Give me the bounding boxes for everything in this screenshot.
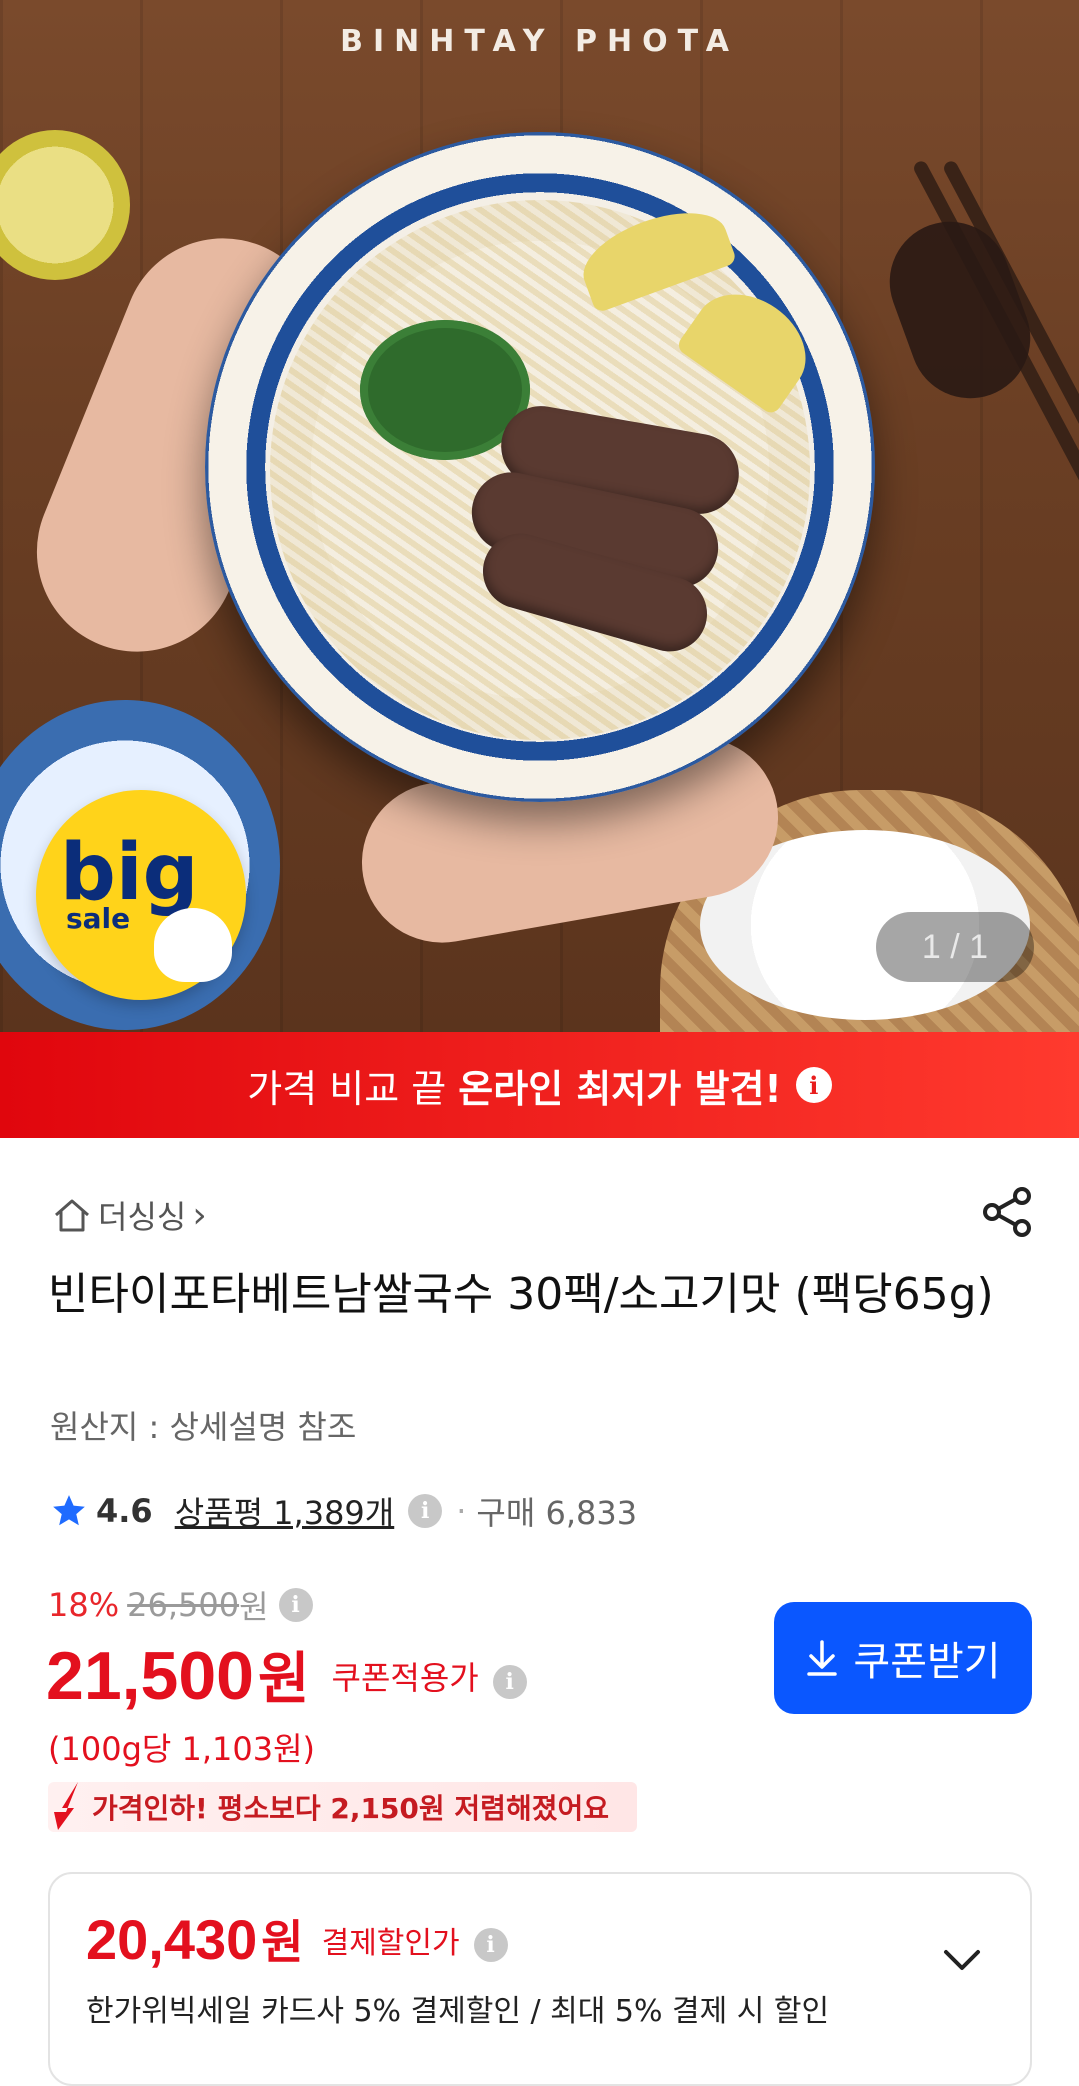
info-icon[interactable]: i [795,1067,832,1103]
download-icon [807,1640,838,1676]
image-counter: 1 / 1 [876,912,1034,982]
spoon [872,204,1048,416]
payment-discount-price: 20,430 [86,1908,258,1971]
lime-slice [0,130,130,280]
home-icon [55,1199,89,1232]
get-coupon-button[interactable]: 쿠폰받기 [774,1602,1032,1714]
payment-discount-description: 한가위빅세일 카드사 5% 결제할인 / 최대 5% 결제 시 할인 [86,1994,830,2029]
coupon-price-label: 쿠폰적용가 [331,1659,479,1697]
info-icon[interactable]: i [473,1928,508,1962]
payment-discount-unit: 원 [261,1915,304,1969]
origin-info: 원산지 : 상세설명 참조 [50,1408,357,1446]
product-image[interactable]: BINHTAY PHOTA big sale 1 / 1 [0,0,1079,1032]
sale-price-unit: 원 [257,1647,310,1712]
sale-price-row: 21,500 원 쿠폰적용가 i [46,1634,527,1715]
star-icon [53,1495,85,1526]
info-icon[interactable]: i [278,1588,313,1622]
chevron-down-icon[interactable] [940,1938,984,1982]
big-sale-badge: big sale [36,790,246,1000]
discount-percent: 18% [48,1586,120,1624]
review-count-link[interactable]: 상품평 1,389개 [175,1488,395,1534]
product-title: 빈타이포타베트남쌀국수 30팩/소고기맛 (팩당65g) [48,1269,994,1320]
sale-price: 21,500 [46,1638,254,1714]
unit-price: (100g당 1,103원) [48,1730,316,1768]
original-price-unit: 원 [239,1588,269,1626]
original-price: 26,500 [127,1586,240,1624]
bunny-mascot [154,908,232,982]
brand-watermark: BINHTAY PHOTA [340,24,739,59]
payment-discount-label: 결제할인가 [321,1926,460,1961]
info-icon[interactable]: i [408,1494,443,1528]
chevron-right-icon: › [192,1194,207,1236]
share-icon[interactable] [980,1184,1036,1240]
store-link[interactable]: 더싱싱 › [52,1192,207,1238]
info-icon[interactable]: i [492,1665,527,1699]
price-drop-arrow-icon [54,1782,78,1830]
rating-row: 4.6 상품평 1,389개 i · 구매 6,833 [50,1488,637,1534]
rating-score: 4.6 [96,1492,153,1530]
purchase-count: 구매 6,833 [476,1494,638,1532]
price-drop-notice: 가격인하! 평소보다 2,150원 저렴해졌어요 [48,1782,637,1832]
payment-discount-card[interactable]: 20,430 원 결제할인가 i 한가위빅세일 카드사 5% 결제할인 / 최대… [48,1872,1032,2086]
store-name: 더싱싱 [98,1198,187,1236]
discount-row: 18% 26,500 원 i [48,1582,313,1628]
separator: · [456,1492,467,1530]
lowest-price-banner[interactable]: 가격 비교 끝 온라인 최저가 발견! i [0,1032,1079,1138]
